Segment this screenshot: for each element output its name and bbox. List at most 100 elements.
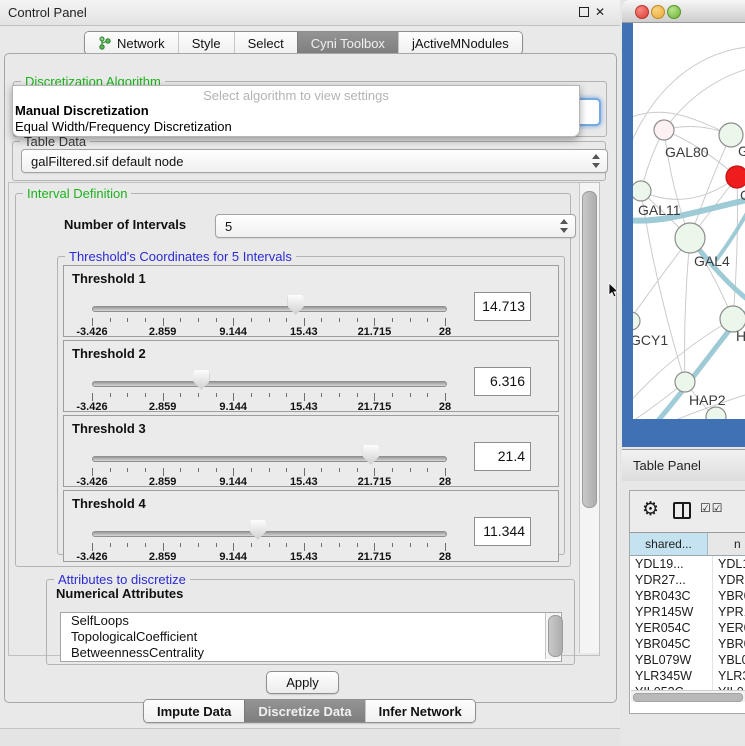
node-gal4[interactable] bbox=[675, 223, 705, 253]
tab-impute-data[interactable]: Impute Data bbox=[144, 700, 244, 722]
table-data-combo[interactable]: galFiltered.sif default node bbox=[21, 149, 608, 173]
num-intervals-combo[interactable]: 5 bbox=[215, 214, 576, 238]
threshold-label: Threshold 2 bbox=[72, 346, 146, 361]
gear-icon[interactable]: ⚙ bbox=[642, 498, 659, 521]
node-selected-red[interactable] bbox=[726, 166, 745, 188]
control-panel: Control Panel ✕ Network Style Select Cyn… bbox=[0, 0, 620, 745]
slider-track[interactable] bbox=[92, 306, 447, 312]
select-all-checkbox-icon[interactable]: ☑☑ bbox=[700, 501, 724, 515]
minimize-traffic-icon[interactable] bbox=[651, 5, 665, 19]
table-row[interactable]: YDL19...YDL1 bbox=[630, 556, 745, 572]
close-icon[interactable]: ✕ bbox=[593, 5, 607, 19]
tab-label: jActiveMNodules bbox=[412, 36, 509, 51]
attribute-list-item[interactable]: BetweennessCentrality bbox=[61, 645, 561, 661]
cell-shared-name[interactable]: YDL19... bbox=[630, 556, 713, 572]
attributes-group: Attributes to discretize Numerical Attri… bbox=[46, 579, 575, 665]
cell-shared-name[interactable]: YBL079W bbox=[630, 652, 713, 668]
cell-shared-name[interactable]: YPR145W bbox=[630, 604, 713, 620]
cell-shared-name[interactable]: YER054C bbox=[630, 620, 713, 636]
cell-name[interactable]: YDR2 bbox=[713, 572, 745, 588]
tab-infer-network[interactable]: Infer Network bbox=[365, 700, 475, 722]
threshold-value-box[interactable]: 21.4 bbox=[474, 442, 531, 471]
table-row[interactable]: YBR045CYBR0 bbox=[630, 636, 745, 652]
main-scrollbar[interactable] bbox=[579, 183, 599, 653]
node-gal80[interactable] bbox=[654, 120, 674, 140]
attribute-list-item[interactable]: TopologicalCoefficient bbox=[61, 629, 561, 645]
cell-name[interactable]: YBR0 bbox=[713, 588, 745, 604]
table-row[interactable]: YLR345WYLR3 bbox=[630, 668, 745, 684]
tab-jactivemnodules[interactable]: jActiveMNodules bbox=[398, 32, 522, 54]
algorithm-dropdown-popup: Select algorithm to view settings Manual… bbox=[12, 85, 580, 137]
tab-network[interactable]: Network bbox=[85, 32, 178, 54]
tab-cyni-toolbox[interactable]: Cyni Toolbox bbox=[297, 32, 398, 54]
tab-select[interactable]: Select bbox=[234, 32, 297, 54]
cell-name[interactable]: YLR3 bbox=[713, 668, 745, 684]
threshold-value-box[interactable]: 6.316 bbox=[474, 367, 531, 396]
node-hap2[interactable] bbox=[675, 372, 695, 392]
table-panel-title: Table Panel bbox=[633, 458, 701, 473]
table-row[interactable]: YBL079WYBL0 bbox=[630, 652, 745, 668]
attribute-list-item[interactable]: SelfLoops bbox=[61, 613, 561, 629]
axis-tick-label: 28 bbox=[439, 401, 451, 413]
table-row[interactable]: YDR27...YDR2 bbox=[630, 572, 745, 588]
axis-tick-label: 9.144 bbox=[219, 326, 247, 338]
tab-discretize-data[interactable]: Discretize Data bbox=[244, 700, 364, 722]
slider-track[interactable] bbox=[92, 381, 447, 387]
attributes-scrollbar[interactable] bbox=[545, 613, 560, 659]
cell-name[interactable]: YBR0 bbox=[713, 636, 745, 652]
numerical-attributes-list[interactable]: SelfLoopsTopologicalCoefficientBetweenne… bbox=[60, 612, 562, 662]
cell-name[interactable]: YER0 bbox=[713, 620, 745, 636]
node-gal11[interactable] bbox=[633, 181, 651, 201]
cell-name[interactable]: YPR1 bbox=[713, 604, 745, 620]
table-hscrollbar[interactable] bbox=[631, 690, 745, 702]
slider-thumb[interactable] bbox=[193, 370, 209, 390]
table-row[interactable]: YBR043CYBR0 bbox=[630, 588, 745, 604]
threshold-value-box[interactable]: 11.344 bbox=[474, 517, 531, 546]
main-scrollbar-thumb[interactable] bbox=[582, 191, 597, 508]
control-panel-titlebar: Control Panel ✕ bbox=[0, 0, 620, 26]
slider-track[interactable] bbox=[92, 531, 447, 537]
columns-icon[interactable] bbox=[673, 502, 691, 519]
axis-tick-label: 21.715 bbox=[358, 401, 392, 413]
slider-track[interactable] bbox=[92, 456, 447, 462]
slider-thumb[interactable] bbox=[363, 445, 379, 465]
tab-style[interactable]: Style bbox=[178, 32, 234, 54]
table-header-row: shared... n bbox=[630, 533, 745, 556]
slider-thumb[interactable] bbox=[288, 295, 304, 315]
threshold-list: Threshold 1 -3.4262.8599.14415.4321.7152… bbox=[63, 265, 559, 565]
axis-tick-label: -3.426 bbox=[76, 326, 107, 338]
node-bottom-partial[interactable] bbox=[706, 407, 726, 419]
axis-tick-label: 9.144 bbox=[219, 476, 247, 488]
network-canvas[interactable]: GAL80 G. C GAL11 GAL4 GCY1 H HAP2 bbox=[633, 23, 745, 419]
axis-tick-label: -3.426 bbox=[76, 401, 107, 413]
menu-item-manual-discretization[interactable]: Manual Discretization bbox=[15, 103, 149, 118]
cell-name[interactable]: YDL1 bbox=[713, 556, 745, 572]
float-window-icon[interactable] bbox=[577, 5, 591, 19]
table-row[interactable]: YPR145WYPR1 bbox=[630, 604, 745, 620]
column-header-name[interactable]: n bbox=[708, 533, 745, 555]
node-gcy1[interactable] bbox=[633, 312, 640, 330]
node-label-gal11: GAL11 bbox=[638, 202, 681, 218]
cell-shared-name[interactable]: YBR045C bbox=[630, 636, 713, 652]
cell-shared-name[interactable]: YBR043C bbox=[630, 588, 713, 604]
slider-thumb[interactable] bbox=[250, 520, 266, 540]
apply-button[interactable]: Apply bbox=[266, 671, 339, 694]
column-header-shared-name[interactable]: shared... bbox=[630, 533, 708, 555]
zoom-traffic-icon[interactable] bbox=[667, 5, 681, 19]
axis-tick-label: 28 bbox=[439, 326, 451, 338]
mouse-cursor-icon bbox=[608, 282, 620, 300]
panel-title: Control Panel bbox=[8, 5, 87, 20]
node-table: shared... n YDL19...YDL1YDR27...YDR2YBR0… bbox=[630, 532, 745, 713]
network-nodes[interactable] bbox=[633, 120, 745, 419]
cell-shared-name[interactable]: YDR27... bbox=[630, 572, 713, 588]
slider-ticks bbox=[92, 393, 445, 401]
cell-shared-name[interactable]: YLR345W bbox=[630, 668, 713, 684]
threshold-value-box[interactable]: 14.713 bbox=[474, 292, 531, 321]
menu-item-equal-width-frequency[interactable]: Equal Width/Frequency Discretization bbox=[15, 119, 232, 134]
slider-tick-labels: -3.4262.8599.14415.4321.71528 bbox=[92, 551, 445, 563]
cell-name[interactable]: YBL0 bbox=[713, 652, 745, 668]
close-traffic-icon[interactable] bbox=[635, 5, 649, 19]
axis-tick-label: 15.43 bbox=[290, 551, 318, 563]
table-row[interactable]: YER054CYER0 bbox=[630, 620, 745, 636]
axis-tick-label: 2.859 bbox=[149, 326, 177, 338]
